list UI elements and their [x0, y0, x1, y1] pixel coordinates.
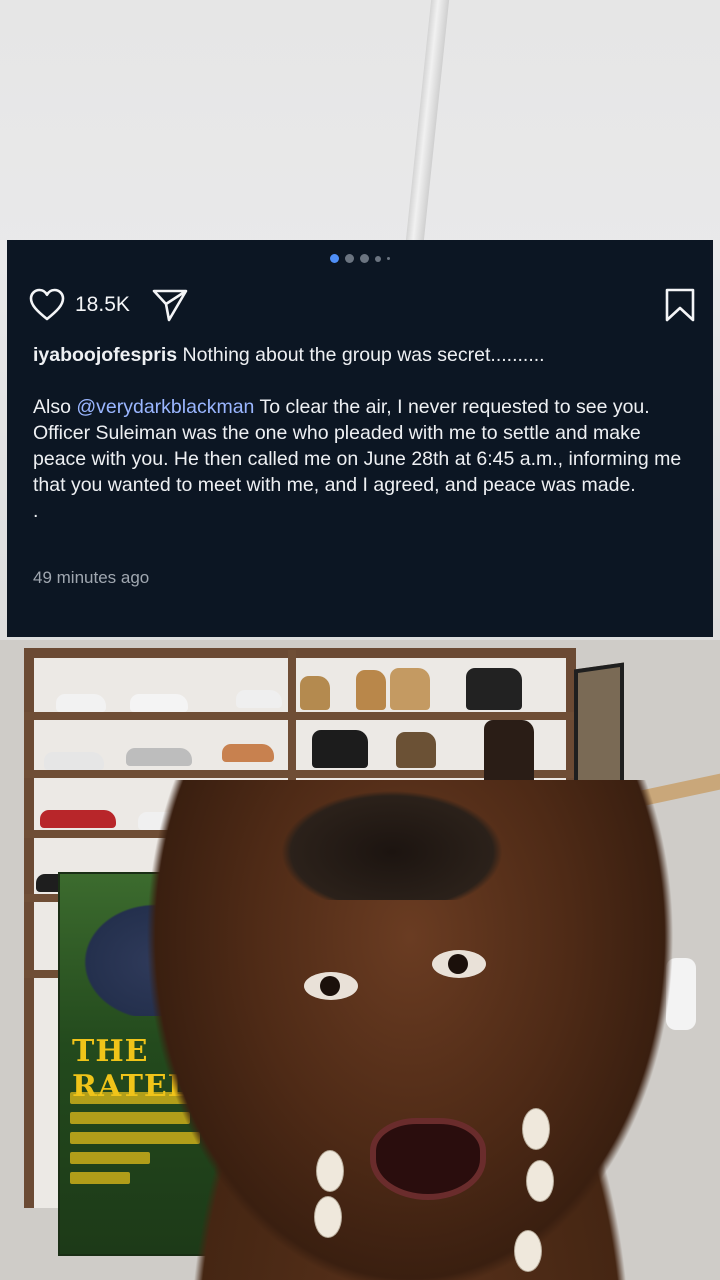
cowrie-shell — [316, 1150, 344, 1192]
person-mouth — [370, 1118, 486, 1200]
shoe — [130, 694, 188, 712]
heart-icon[interactable] — [29, 288, 65, 322]
caption-first-line: iyaboojofespris Nothing about the group … — [33, 342, 685, 368]
post-caption: iyaboojofespris Nothing about the group … — [33, 342, 685, 524]
post-username[interactable]: iyaboojofespris — [33, 344, 177, 366]
boot — [300, 676, 330, 710]
person-hair — [262, 780, 522, 900]
caption-also: Also — [33, 396, 77, 418]
person-eye — [304, 972, 358, 1000]
post-timestamp: 49 minutes ago — [33, 568, 150, 587]
shoe — [126, 748, 192, 766]
boot — [356, 670, 386, 710]
shoe — [56, 694, 106, 712]
cowrie-shell — [514, 1230, 542, 1272]
caption-trailing-dot: . — [33, 500, 39, 522]
post-screenshot-card: 18.5K iyaboojofespris Nothing about the … — [7, 240, 713, 637]
caption-body: Also @verydarkblackman To clear the air,… — [33, 394, 685, 498]
cowrie-shell — [526, 1160, 554, 1202]
shoe — [222, 744, 274, 762]
carousel-dot — [375, 255, 381, 262]
person-eye — [432, 950, 486, 978]
carousel-dot-active — [330, 254, 339, 263]
post-actions: 18.5K — [29, 284, 695, 326]
shoe — [40, 810, 116, 828]
shoe — [44, 752, 104, 770]
shoe — [236, 690, 282, 708]
like-count: 18.5K — [75, 293, 130, 316]
caption-first-text: Nothing about the group was secret......… — [182, 344, 545, 366]
boot — [396, 732, 436, 768]
carousel-indicator — [7, 254, 713, 263]
caption-mention-link[interactable]: @verydarkblackman — [76, 396, 254, 418]
carousel-dot — [360, 254, 369, 263]
boot — [312, 730, 368, 768]
send-icon[interactable] — [152, 288, 188, 322]
cowrie-shell — [522, 1108, 550, 1150]
boot — [466, 668, 522, 710]
bookmark-icon[interactable] — [665, 288, 695, 322]
carousel-dot — [345, 254, 354, 263]
cowrie-shell — [314, 1196, 342, 1238]
video-background: THE RATEL — [0, 0, 720, 1280]
boot — [390, 668, 430, 710]
carousel-dot — [387, 257, 390, 260]
shelf-board — [24, 712, 576, 720]
